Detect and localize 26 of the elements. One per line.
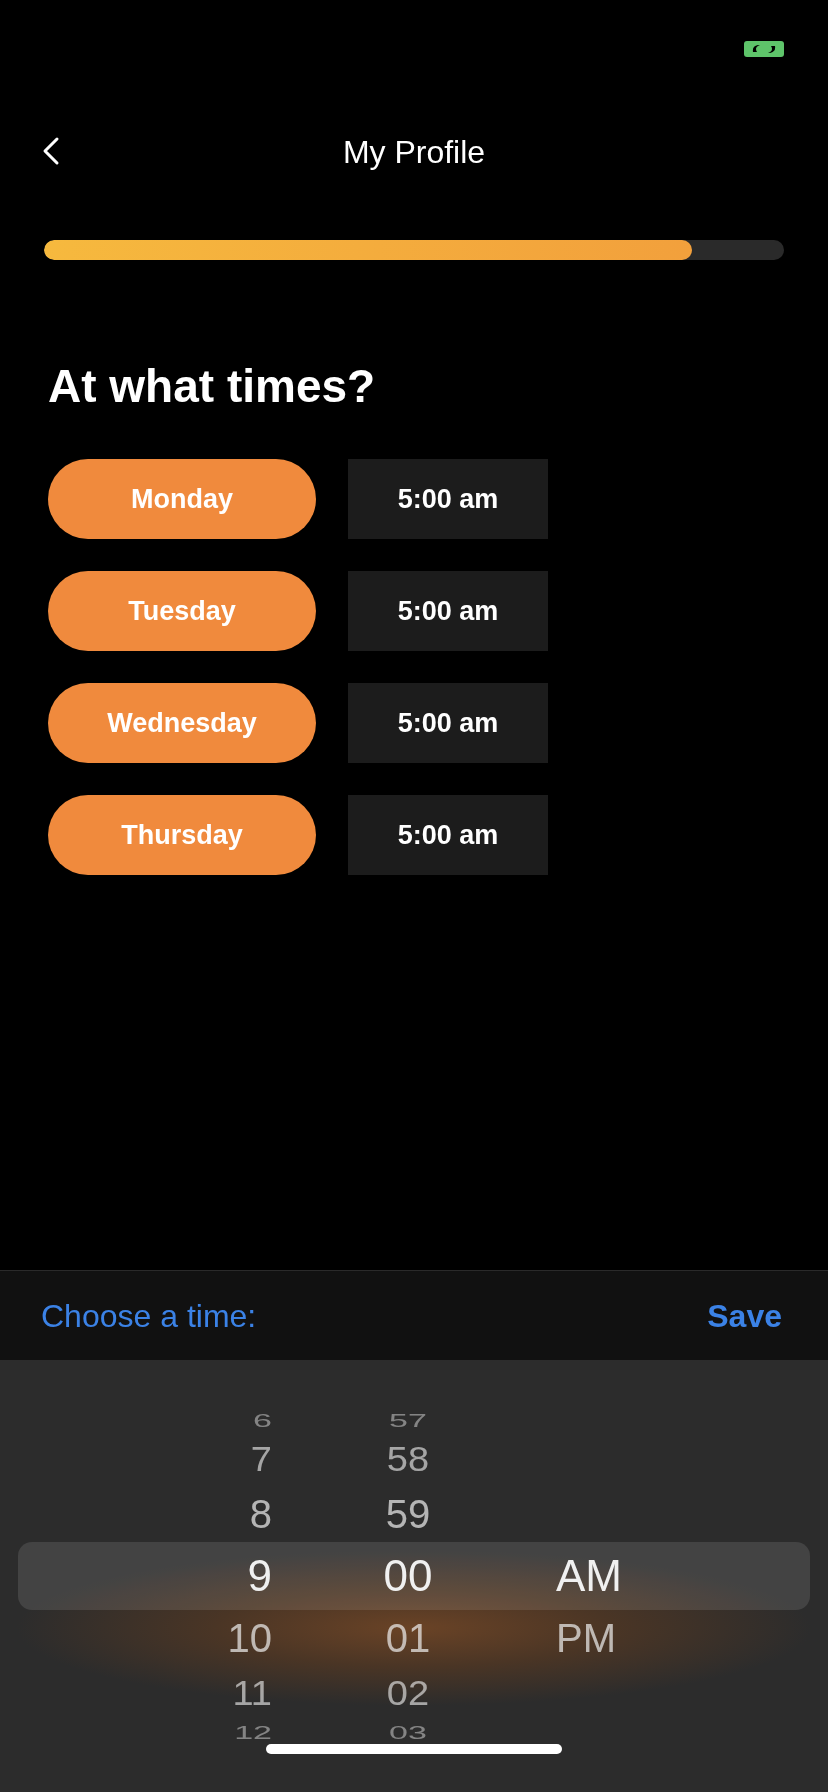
minute-option[interactable]: 58 [386,1441,430,1477]
hour-option[interactable]: 8 [249,1494,272,1534]
page-title: My Profile [342,133,486,172]
hour-option[interactable]: 11 [232,1675,272,1711]
minute-option[interactable]: 03 [389,1722,427,1742]
hour-option[interactable]: 6 [253,1410,272,1430]
period-option[interactable]: PM [556,1618,616,1658]
time-button[interactable]: 5:00 am [348,683,548,763]
back-icon [42,136,60,166]
question-heading: At what times? [48,359,377,414]
minute-option[interactable]: 01 [385,1618,431,1658]
time-button[interactable]: 5:00 am [348,571,548,651]
minute-option[interactable]: 57 [389,1410,427,1430]
minute-option[interactable]: 00 [383,1554,433,1598]
period-option[interactable]: AM [556,1554,622,1598]
minute-option[interactable]: 59 [385,1494,431,1534]
save-button[interactable]: Save [707,1291,782,1340]
hour-option[interactable]: 7 [250,1441,272,1477]
hour-option[interactable]: 9 [247,1554,272,1598]
time-button[interactable]: 5:00 am [348,795,548,875]
hour-option[interactable]: 12 [234,1722,272,1742]
time-button[interactable]: 5:00 am [348,459,548,539]
picker-prompt: Choose a time: [41,1296,257,1336]
status-icon [744,40,784,58]
hour-option[interactable]: 10 [227,1618,272,1658]
minute-option[interactable]: 02 [386,1675,430,1711]
